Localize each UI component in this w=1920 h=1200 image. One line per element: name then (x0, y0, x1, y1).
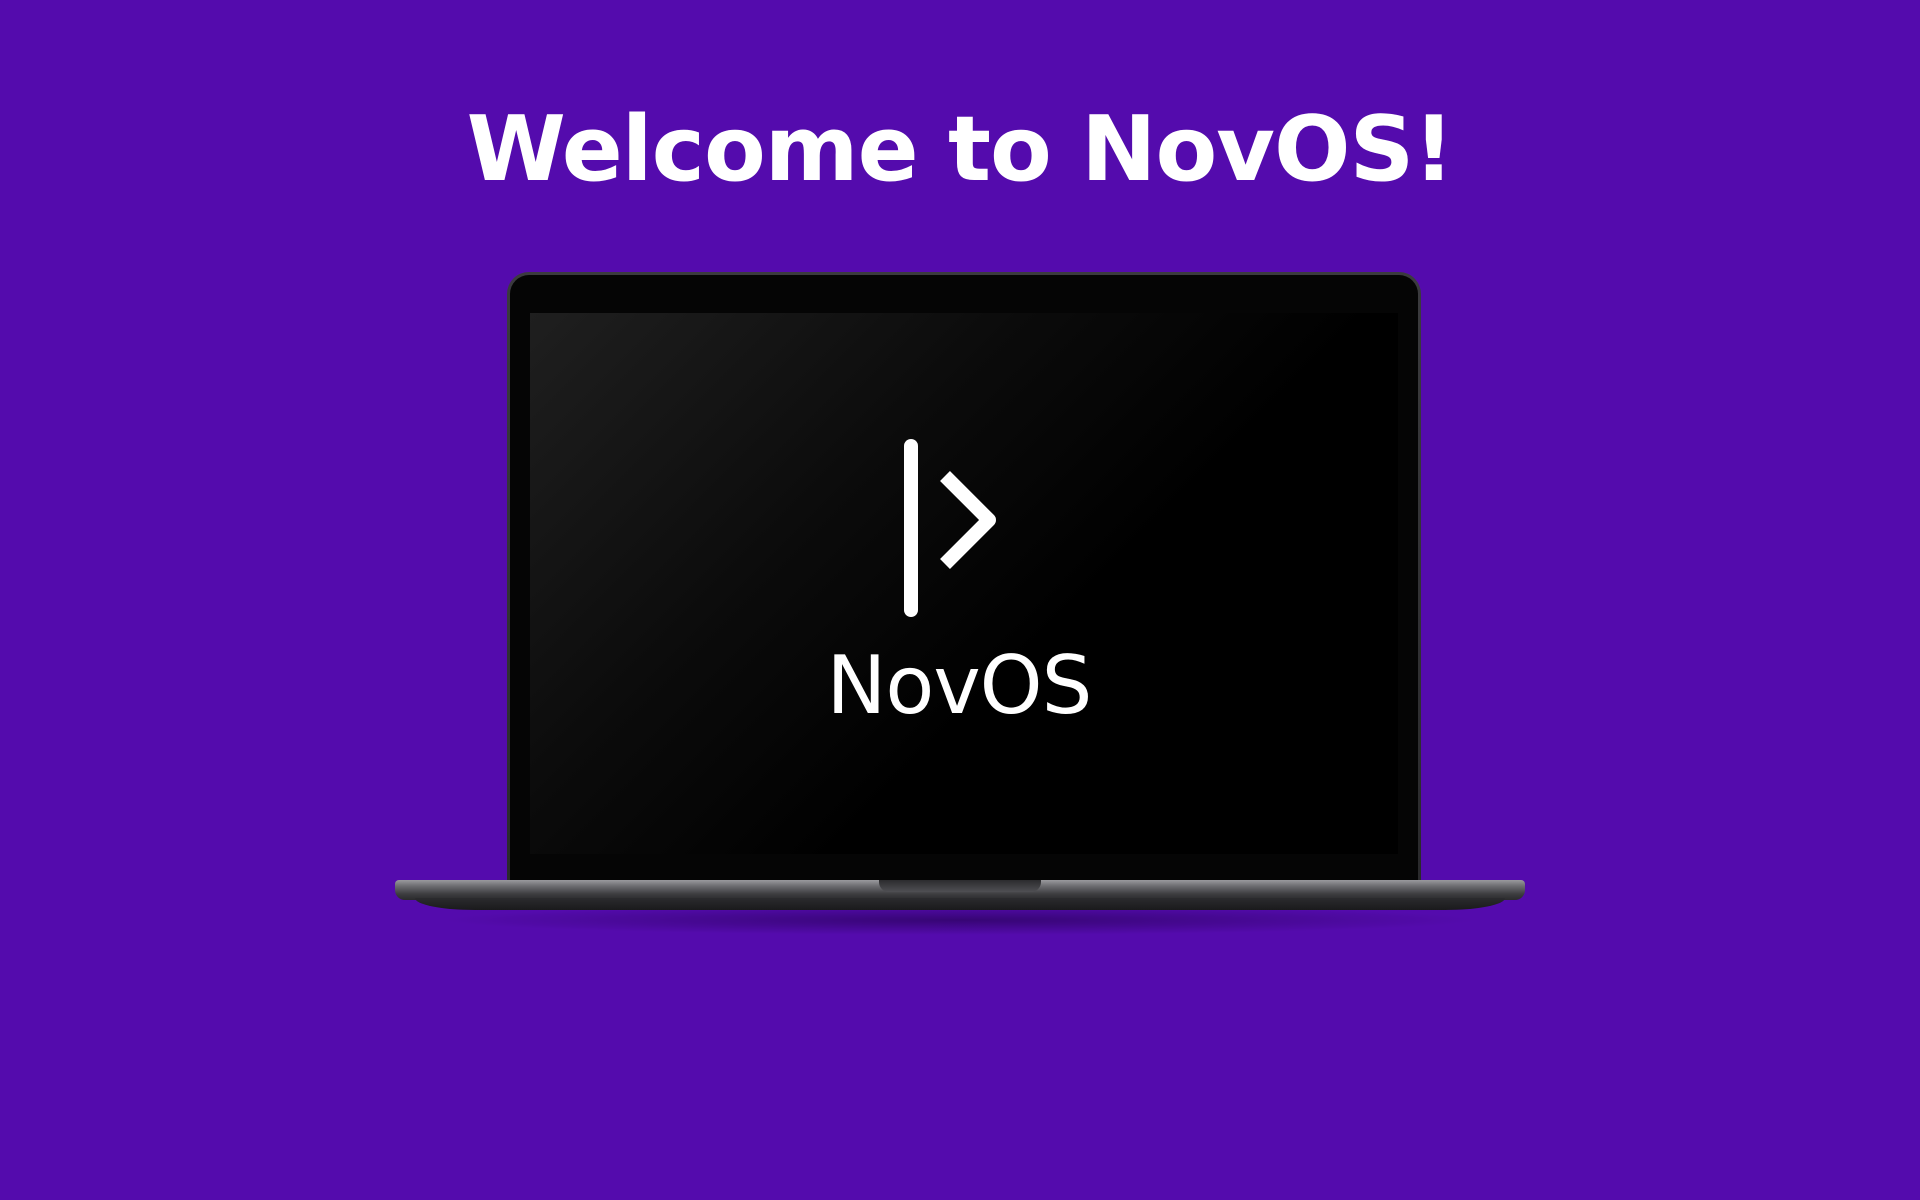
laptop-base-bottom (415, 898, 1505, 910)
welcome-page: Welcome to NovOS! NovOS (0, 0, 1920, 1200)
laptop-illustration: NovOS (507, 272, 1421, 882)
novos-wordmark: NovOS (826, 639, 1093, 732)
welcome-title: Welcome to NovOS! (466, 97, 1455, 202)
laptop-screen: NovOS (530, 313, 1398, 854)
novos-logo-icon (904, 439, 996, 617)
laptop-opening-notch (879, 880, 1041, 892)
laptop-bezel: NovOS (510, 275, 1418, 882)
